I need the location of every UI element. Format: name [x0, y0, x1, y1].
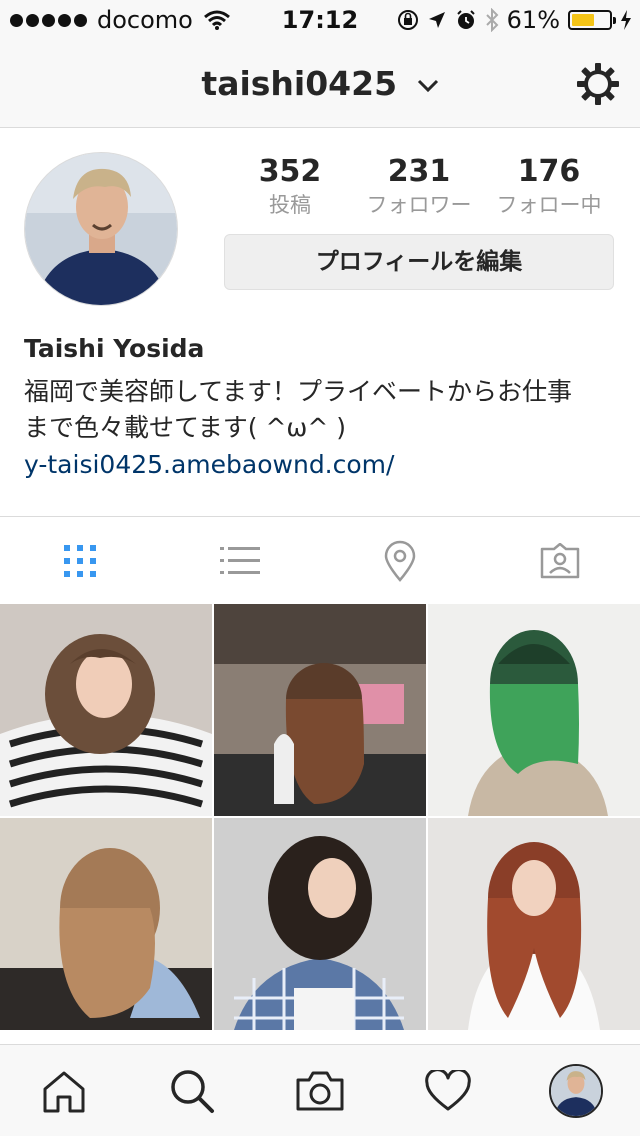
website-link[interactable]: y-taisi0425.amebaownd.com/: [24, 450, 394, 479]
tab-grid[interactable]: [0, 517, 160, 605]
photo-grid: [0, 604, 640, 1044]
profile-avatar[interactable]: [24, 152, 178, 306]
gear-icon[interactable]: [576, 62, 620, 106]
page-title: taishi0425: [201, 64, 398, 103]
profile-avatar-icon: [549, 1064, 603, 1118]
status-bar: docomo 17:12 61%: [0, 0, 640, 40]
heart-icon: [425, 1070, 471, 1111]
rotation-lock-icon: [397, 10, 418, 30]
battery-fill: [572, 14, 594, 26]
nav-search[interactable]: [128, 1045, 256, 1136]
avatar-photo: [25, 153, 177, 305]
chevron-down-icon: [417, 79, 438, 92]
tab-location[interactable]: [320, 517, 480, 605]
bluetooth-icon: [485, 8, 499, 32]
username-switcher[interactable]: taishi0425: [0, 64, 640, 103]
profile-view-tabs: [0, 516, 640, 604]
profile-bio: 福岡で美容師してます！プライベートからお仕事 まで色々載せてます( ^ω^ ): [24, 374, 624, 446]
location-arrow-icon: [428, 12, 445, 28]
tagged-photos-icon: [540, 543, 580, 579]
status-right: 61%: [397, 6, 632, 34]
stat-posts[interactable]: 352 投稿: [220, 152, 360, 218]
photo-thumbnail[interactable]: [0, 818, 212, 1030]
following-count: 176: [517, 154, 581, 189]
followers-count: 231: [387, 154, 451, 189]
tab-list[interactable]: [160, 517, 320, 605]
nav-camera[interactable]: [256, 1045, 384, 1136]
followers-label: フォロワー: [366, 193, 472, 217]
nav-home[interactable]: [0, 1045, 128, 1136]
profile-name: Taishi Yosida: [24, 334, 205, 363]
edit-profile-button[interactable]: プロフィールを編集: [224, 234, 614, 290]
photo-thumbnail[interactable]: [214, 818, 426, 1030]
stat-followers[interactable]: 231 フォロワー: [349, 152, 489, 218]
list-icon: [220, 547, 260, 574]
posts-label: 投稿: [269, 193, 311, 217]
alarm-icon: [456, 10, 475, 29]
tab-tagged[interactable]: [480, 517, 640, 605]
bio-line: まで色々載せてます( ^ω^ ): [24, 413, 346, 442]
charging-bolt-icon: [621, 10, 631, 30]
photo-thumbnail[interactable]: [428, 604, 640, 816]
nav-profile[interactable]: [512, 1045, 640, 1136]
camera-icon: [296, 1071, 344, 1111]
home-icon: [43, 1071, 85, 1113]
photo-thumbnail[interactable]: [0, 604, 212, 816]
following-label: フォロー中: [496, 193, 602, 217]
bottom-nav: [0, 1044, 640, 1136]
posts-count: 352: [258, 154, 322, 189]
battery-percent: 61%: [506, 6, 560, 34]
nav-bar: taishi0425: [0, 40, 640, 128]
photo-thumbnail[interactable]: [214, 604, 426, 816]
bio-line: 福岡で美容師してます！プライベートからお仕事: [24, 377, 573, 406]
search-icon: [171, 1070, 214, 1113]
grid-icon: [64, 545, 96, 577]
nav-activity[interactable]: [384, 1045, 512, 1136]
battery-icon: [568, 10, 616, 30]
location-pin-icon: [384, 540, 416, 582]
photo-thumbnail[interactable]: [428, 818, 640, 1030]
stat-following[interactable]: 176 フォロー中: [479, 152, 619, 218]
